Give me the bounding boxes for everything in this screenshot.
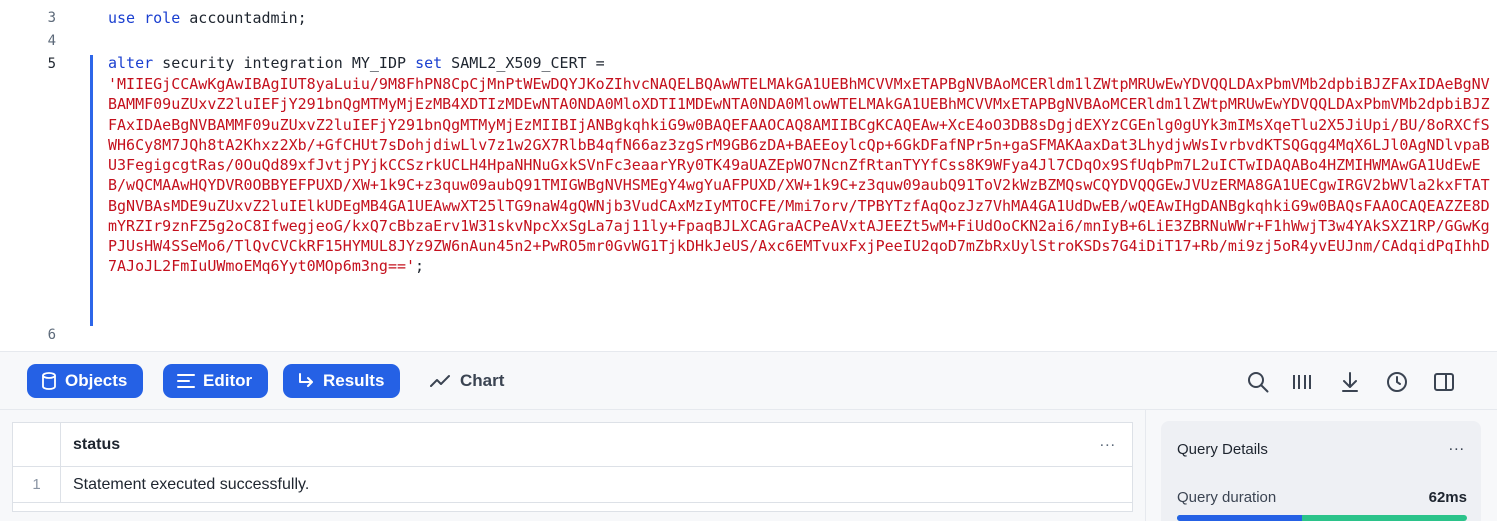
results-button[interactable]: Results	[283, 364, 401, 398]
code-line-5[interactable]: alter security integration MY_IDP set SA…	[108, 53, 605, 73]
row-index: 1	[13, 467, 61, 503]
chart-label: Chart	[460, 371, 505, 390]
lines-icon	[177, 374, 195, 388]
editor-button[interactable]: Editor	[163, 364, 269, 398]
statement-terminator: ;	[415, 257, 425, 276]
status-cell[interactable]: Statement executed successfully.	[73, 467, 309, 503]
results-label: Results	[323, 371, 385, 390]
return-arrow-icon	[299, 373, 313, 387]
query-details-menu-icon[interactable]: ...	[1449, 437, 1465, 455]
editor-label: Editor	[203, 371, 253, 390]
table-row[interactable]: 1 Statement executed successfully.	[13, 467, 1132, 503]
code-text: accountadmin;	[180, 9, 307, 27]
cert-string-literal[interactable]: 'MIIEGjCCAwKgAwIBAgIUT8yaLuiu/9M8FhPN8Cp…	[108, 74, 1497, 277]
query-details-card: Query Details ... Query duration 62ms	[1161, 421, 1481, 521]
query-duration-bar-fill	[1177, 515, 1302, 521]
line-number: 3	[47, 10, 56, 26]
query-duration-bar	[1177, 515, 1467, 521]
query-duration-label: Query duration	[1177, 489, 1277, 506]
database-icon	[42, 372, 56, 390]
results-panel: status ... 1 Statement executed successf…	[0, 410, 1145, 521]
objects-label: Objects	[65, 371, 128, 390]
line-number: 4	[47, 33, 56, 49]
code-line-3[interactable]: use role accountadmin;	[108, 8, 307, 28]
code-text: SAML2_X509_CERT =	[442, 54, 605, 72]
query-duration-value: 62ms	[1428, 489, 1467, 506]
code-text: security integration MY_IDP	[153, 54, 416, 72]
query-details-title: Query Details	[1177, 441, 1268, 458]
string-literal: 'MIIEGjCCAwKgAwIBAgIUT8yaLuiu/9M8FhPN8Cp…	[108, 75, 1490, 276]
line-number-active: 5	[47, 56, 56, 72]
column-menu-icon[interactable]: ...	[1100, 433, 1116, 451]
table-header-row: status ...	[13, 423, 1132, 467]
results-toolbar: Objects Editor Results Chart	[0, 351, 1497, 410]
search-icon[interactable]	[1246, 370, 1270, 394]
active-statement-indicator	[90, 55, 93, 326]
columns-icon[interactable]	[1290, 370, 1314, 394]
column-header-status[interactable]: status	[73, 436, 120, 454]
chart-tab[interactable]: Chart	[430, 364, 504, 398]
row-index-header	[13, 423, 61, 466]
split-panel-icon[interactable]	[1432, 370, 1456, 394]
keyword: alter	[108, 54, 154, 72]
results-table[interactable]: status ... 1 Statement executed successf…	[12, 422, 1133, 512]
query-details-panel: Query Details ... Query duration 62ms	[1145, 410, 1497, 521]
download-icon[interactable]	[1338, 370, 1362, 394]
trend-line-icon	[430, 375, 450, 387]
objects-button[interactable]: Objects	[27, 364, 144, 398]
history-clock-icon[interactable]	[1385, 370, 1409, 394]
line-number: 6	[47, 327, 56, 343]
sql-editor[interactable]: 3 4 5 6 use role accountadmin; alter sec…	[0, 0, 1497, 351]
keyword: use role	[108, 9, 181, 27]
keyword: set	[415, 54, 443, 72]
